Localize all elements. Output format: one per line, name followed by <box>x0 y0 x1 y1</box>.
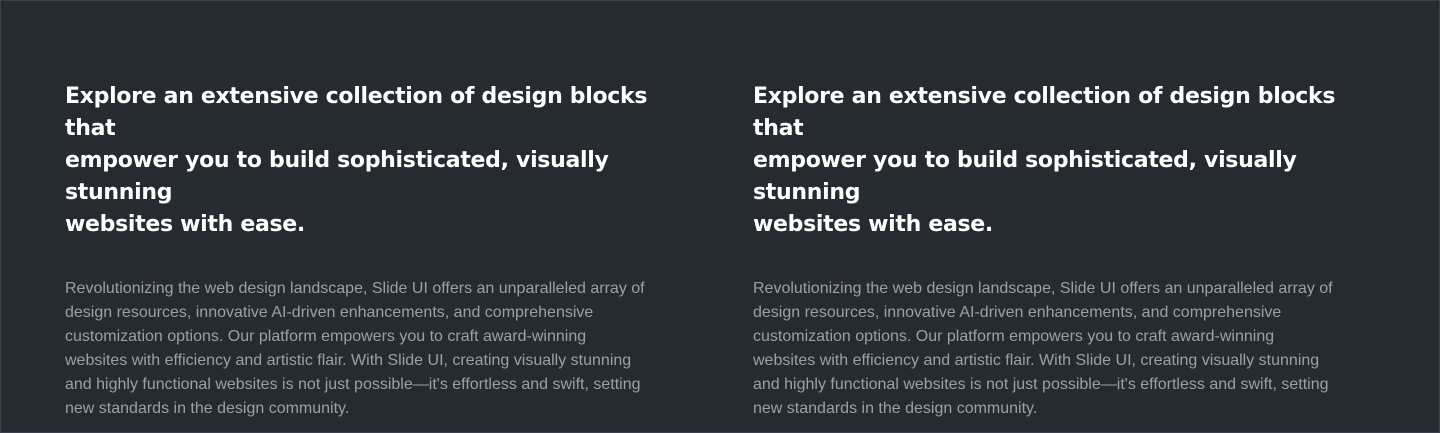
feature-description: Revolutionizing the web design landscape… <box>753 277 1377 421</box>
description-line: design resources, innovative AI-driven e… <box>753 304 1282 321</box>
feature-heading: Explore an extensive collection of desig… <box>65 81 689 241</box>
description-line: and highly functional websites is not ju… <box>753 376 1329 393</box>
description-line: customization options. Our platform empo… <box>65 328 587 345</box>
description-line: design resources, innovative AI-driven e… <box>65 304 594 321</box>
description-line: Revolutionizing the web design landscape… <box>753 280 1333 297</box>
description-line: websites with efficiency and artistic fl… <box>65 352 632 369</box>
heading-line: Explore an extensive collection of desig… <box>753 84 1336 141</box>
feature-heading: Explore an extensive collection of desig… <box>753 81 1377 241</box>
description-line: and highly functional websites is not ju… <box>65 376 641 393</box>
description-line: Revolutionizing the web design landscape… <box>65 280 645 297</box>
description-line: new standards in the design community. <box>753 400 1038 417</box>
description-line: new standards in the design community. <box>65 400 350 417</box>
heading-line: empower you to build sophisticated, visu… <box>65 148 609 205</box>
heading-line: empower you to build sophisticated, visu… <box>753 148 1297 205</box>
heading-line: websites with ease. <box>65 212 305 237</box>
heading-line: Explore an extensive collection of desig… <box>65 84 648 141</box>
feature-column-right: Explore an extensive collection of desig… <box>753 81 1377 432</box>
heading-line: websites with ease. <box>753 212 993 237</box>
feature-column-left: Explore an extensive collection of desig… <box>65 81 689 432</box>
description-line: websites with efficiency and artistic fl… <box>753 352 1320 369</box>
feature-description: Revolutionizing the web design landscape… <box>65 277 689 421</box>
description-line: customization options. Our platform empo… <box>753 328 1275 345</box>
content-section: Explore an extensive collection of desig… <box>0 0 1440 433</box>
